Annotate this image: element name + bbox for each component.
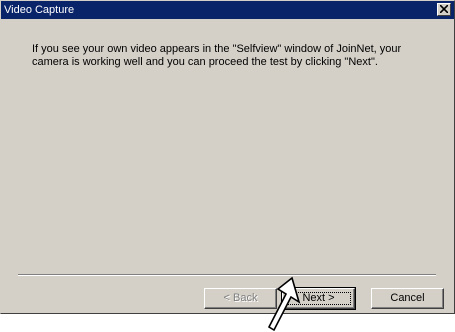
title-bar[interactable]: Video Capture [1, 1, 454, 19]
button-separator [18, 274, 436, 276]
close-button[interactable] [437, 3, 451, 16]
cancel-button[interactable]: Cancel [371, 288, 444, 309]
video-capture-dialog: Video Capture If you see your own video … [0, 0, 455, 314]
close-icon [440, 5, 448, 13]
back-button-label: < Back [223, 292, 258, 304]
instruction-text: If you see your own video appears in the… [32, 43, 402, 68]
arrow-pointer-icon [267, 276, 301, 332]
cancel-button-label: Cancel [390, 292, 425, 304]
window-title: Video Capture [4, 4, 75, 16]
